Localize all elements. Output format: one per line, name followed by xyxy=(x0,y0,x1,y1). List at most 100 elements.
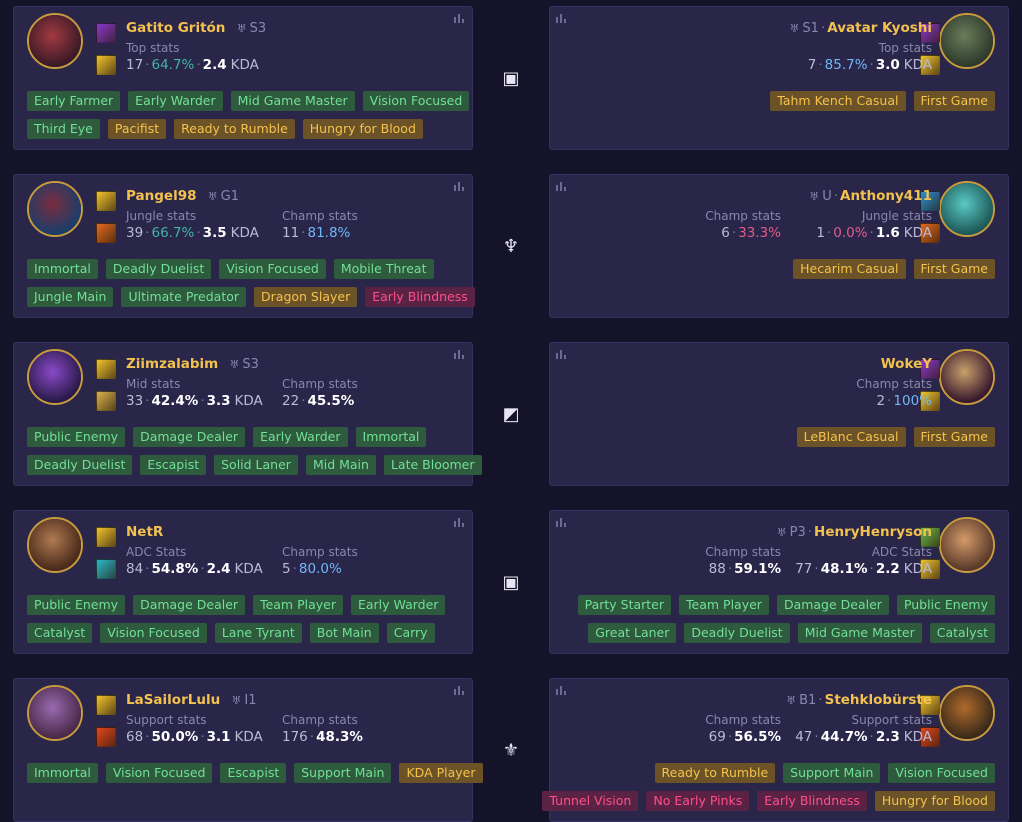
stats-chart-icon[interactable] xyxy=(454,517,466,527)
player-tag[interactable]: Immortal xyxy=(27,763,98,783)
player-card[interactable]: ♅ P3 · HenryHenryson Champ stats 88 · 59.1% ADC … xyxy=(549,510,1009,654)
stats-chart-icon[interactable] xyxy=(454,181,466,191)
player-tag[interactable]: Public Enemy xyxy=(27,595,126,615)
player-tag[interactable]: Damage Dealer xyxy=(133,595,246,615)
stats-chart-icon[interactable] xyxy=(556,349,568,359)
player-card[interactable]: ♅ S1 · Avatar Kyoshi Top stats 7 · 85.7% · 3.0 KDA… xyxy=(549,6,1009,150)
player-tag[interactable]: Mid Game Master xyxy=(797,623,922,643)
champion-avatar[interactable] xyxy=(27,13,83,69)
player-tag[interactable]: Support Main xyxy=(294,763,392,783)
player-tag[interactable]: Carry xyxy=(386,623,435,643)
player-tag[interactable]: Jungle Main xyxy=(27,287,114,307)
player-tag[interactable]: Vision Focused xyxy=(219,259,326,279)
player-tag[interactable]: Team Player xyxy=(679,595,769,615)
player-tag[interactable]: Vision Focused xyxy=(100,623,207,643)
player-tag[interactable]: Mobile Threat xyxy=(333,259,434,279)
stats-chart-icon[interactable] xyxy=(556,181,568,191)
champion-avatar[interactable] xyxy=(939,517,995,573)
stats-chart-icon[interactable] xyxy=(454,685,466,695)
player-name[interactable]: Gatito Gritón xyxy=(126,20,225,36)
player-tag[interactable]: Tahm Kench Casual xyxy=(770,91,906,111)
player-name[interactable]: Pangel98 xyxy=(126,188,197,204)
player-tag[interactable]: No Early Pinks xyxy=(646,791,750,811)
player-tag[interactable]: Ultimate Predator xyxy=(121,287,247,307)
player-name[interactable]: Stehklobürste xyxy=(825,692,932,708)
player-card[interactable]: Gatito Gritón ♅ S3 Top stats 17 · 64.7% · 2.4 KD… xyxy=(13,6,473,150)
player-card[interactable]: ♅ U · Anthony411 Champ stats 6 · 33.3% Jungle st… xyxy=(549,174,1009,318)
stats-chart-icon[interactable] xyxy=(454,13,466,23)
player-tag[interactable]: Vision Focused xyxy=(888,763,995,783)
player-tag[interactable]: Late Bloomer xyxy=(383,455,482,475)
champion-avatar[interactable] xyxy=(27,517,83,573)
player-tag[interactable]: Escapist xyxy=(220,763,287,783)
player-tag[interactable]: Pacifist xyxy=(107,119,167,139)
player-tag[interactable]: Early Warder xyxy=(253,427,348,447)
player-tag[interactable]: Damage Dealer xyxy=(776,595,889,615)
player-tag[interactable]: Public Enemy xyxy=(896,595,995,615)
champion-avatar[interactable] xyxy=(939,685,995,741)
player-tag[interactable]: Damage Dealer xyxy=(133,427,246,447)
player-tag[interactable]: Immortal xyxy=(355,427,427,447)
player-tag[interactable]: Vision Focused xyxy=(105,763,213,783)
player-tag[interactable]: Party Starter xyxy=(577,595,672,615)
player-tag[interactable]: KDA Player xyxy=(399,763,483,783)
player-tag[interactable]: Catalyst xyxy=(929,623,995,643)
player-tag[interactable]: Vision Focused xyxy=(362,91,470,111)
player-card[interactable]: LaSailorLulu ♅ I1 Support stats 68 · 50.0% · 3.… xyxy=(13,678,483,822)
player-tag[interactable]: Ready to Rumble xyxy=(174,119,295,139)
player-tag[interactable]: Deadly Duelist xyxy=(27,455,133,475)
champion-avatar[interactable] xyxy=(939,13,995,69)
player-tag[interactable]: Dragon Slayer xyxy=(254,287,358,307)
stats-chart-icon[interactable] xyxy=(556,517,568,527)
player-tag[interactable]: Bot Main xyxy=(309,623,379,643)
stats-chart-icon[interactable] xyxy=(454,349,466,359)
champion-avatar[interactable] xyxy=(27,181,83,237)
player-tag[interactable]: Escapist xyxy=(140,455,207,475)
stats-chart-icon[interactable] xyxy=(556,685,568,695)
player-name[interactable]: HenryHenryson xyxy=(814,524,932,540)
player-name[interactable]: Anthony411 xyxy=(840,188,932,204)
player-tag[interactable]: Lane Tyrant xyxy=(214,623,302,643)
champion-avatar[interactable] xyxy=(27,685,83,741)
player-tag[interactable]: Catalyst xyxy=(27,623,93,643)
player-name[interactable]: NetR xyxy=(126,524,163,540)
player-tag[interactable]: Hecarim Casual xyxy=(793,259,906,279)
player-tag[interactable]: Early Farmer xyxy=(27,91,121,111)
player-name[interactable]: LaSailorLulu xyxy=(126,692,220,708)
player-tag[interactable]: Hungry for Blood xyxy=(874,791,995,811)
player-name[interactable]: WokeY xyxy=(881,356,932,372)
player-tag[interactable]: Public Enemy xyxy=(27,427,126,447)
player-tag[interactable]: Mid Main xyxy=(305,455,376,475)
champion-avatar[interactable] xyxy=(939,181,995,237)
player-card[interactable]: ♅ B1 · Stehklobürste Champ stats 69 · 56.5% Supp… xyxy=(542,678,1009,822)
player-tag[interactable]: Early Blindness xyxy=(365,287,475,307)
champion-avatar[interactable] xyxy=(939,349,995,405)
player-card[interactable]: Ziimzalabim ♅ S3 Mid stats 33 · 42.4% · 3.3 KDA C… xyxy=(13,342,482,486)
champion-avatar[interactable] xyxy=(27,349,83,405)
player-tag[interactable]: LeBlanc Casual xyxy=(796,427,906,447)
player-tag[interactable]: Support Main xyxy=(783,763,881,783)
player-tag[interactable]: Early Warder xyxy=(128,91,223,111)
player-tag[interactable]: Immortal xyxy=(27,259,98,279)
player-tag[interactable]: Early Blindness xyxy=(757,791,867,811)
player-card[interactable]: Pangel98 ♅ G1 Jungle stats 39 · 66.7% · 3.5 KDA C… xyxy=(13,174,475,318)
player-tag[interactable]: Third Eye xyxy=(27,119,100,139)
player-tag[interactable]: Deadly Duelist xyxy=(105,259,212,279)
player-tag[interactable]: Team Player xyxy=(253,595,343,615)
player-tag[interactable]: First Game xyxy=(913,427,995,447)
stats-chart-icon[interactable] xyxy=(556,13,568,23)
player-tag[interactable]: Deadly Duelist xyxy=(684,623,790,643)
player-tag[interactable]: Hungry for Blood xyxy=(302,119,423,139)
player-tag[interactable]: First Game xyxy=(913,91,995,111)
player-name[interactable]: Ziimzalabim xyxy=(126,356,218,372)
player-tag[interactable]: Solid Laner xyxy=(214,455,298,475)
player-tag[interactable]: Great Laner xyxy=(588,623,677,643)
player-tag[interactable]: Ready to Rumble xyxy=(654,763,776,783)
player-card[interactable]: NetR ADC Stats 84 · 54.8% · 2.4 KDA Champ stats 5… xyxy=(13,510,473,654)
player-tag[interactable]: Mid Game Master xyxy=(230,91,355,111)
player-tag[interactable]: Tunnel Vision xyxy=(542,791,639,811)
player-tag[interactable]: Early Warder xyxy=(350,595,446,615)
player-card[interactable]: WokeY Champ stats 2 · 100% LeBlanc Casual Firs… xyxy=(549,342,1009,486)
player-name[interactable]: Avatar Kyoshi xyxy=(827,20,932,36)
player-tag[interactable]: First Game xyxy=(913,259,995,279)
